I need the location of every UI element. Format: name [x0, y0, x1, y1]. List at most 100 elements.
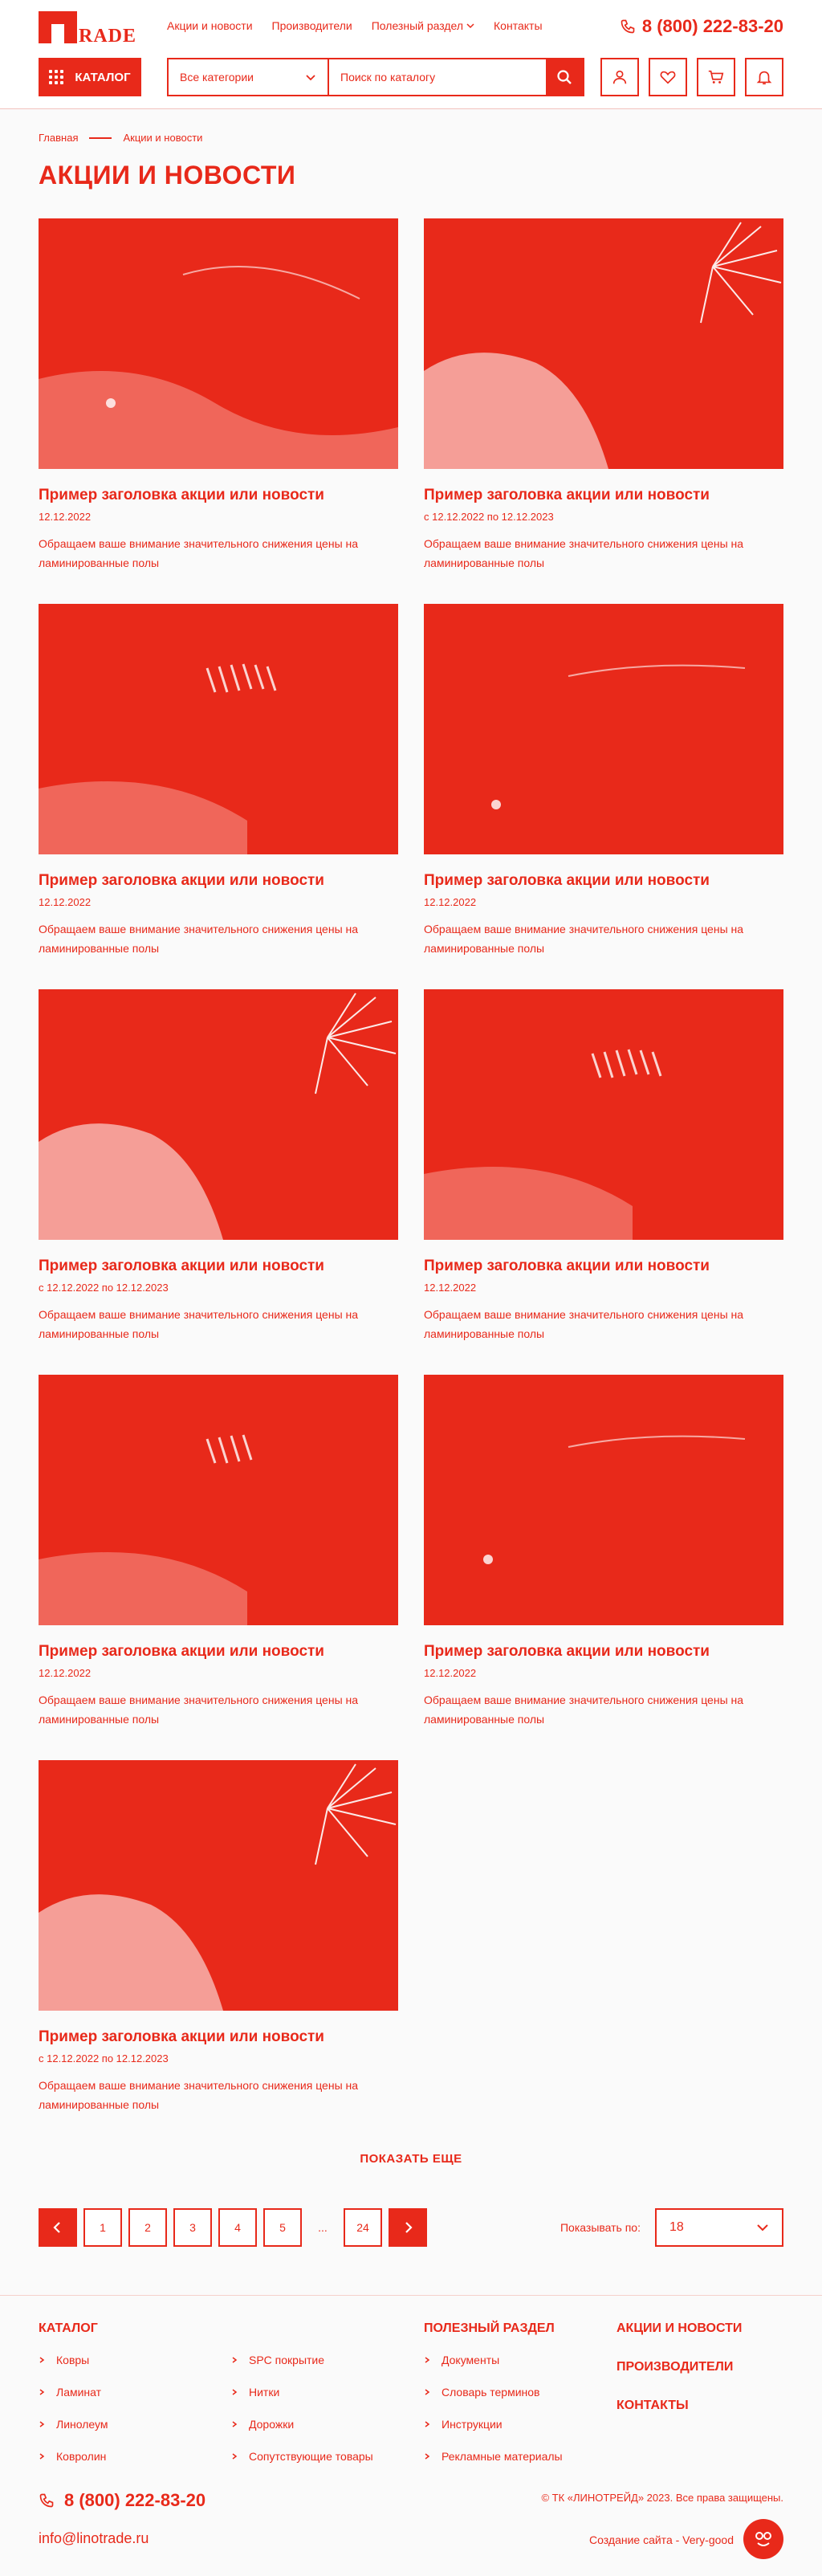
news-card[interactable]: Пример заголовка акции или новости 12.12…	[424, 989, 783, 1343]
news-card-image[interactable]	[424, 604, 783, 854]
search-bar: Все категории	[167, 58, 584, 96]
header-phone[interactable]: 8 (800) 222-83-20	[620, 16, 783, 37]
news-card-title[interactable]: Пример заголовка акции или новости	[39, 2028, 398, 2046]
footer-link[interactable]: Линолеум	[39, 2408, 108, 2440]
footer-link-label: Документы	[442, 2354, 500, 2366]
per-page-select[interactable]: 18	[655, 2208, 783, 2247]
footer-link[interactable]: Рекламные материалы	[424, 2440, 563, 2472]
footer-link-manufacturers[interactable]: ПРОИЗВОДИТЕЛИ	[616, 2360, 733, 2374]
news-card-image[interactable]	[39, 1375, 398, 1625]
per-page-label: Показывать по:	[560, 2221, 641, 2234]
footer-link[interactable]: Документы	[424, 2344, 563, 2376]
footer-link[interactable]: Инструкции	[424, 2408, 563, 2440]
news-card-title[interactable]: Пример заголовка акции или новости	[39, 872, 398, 890]
news-card-title[interactable]: Пример заголовка акции или новости	[39, 1643, 398, 1661]
news-card[interactable]: Пример заголовка акции или новости с 12.…	[39, 989, 398, 1343]
news-card[interactable]: Пример заголовка акции или новости 12.12…	[39, 1375, 398, 1728]
news-card-description: Обращаем ваше внимание значительного сни…	[424, 1308, 744, 1340]
news-card-title[interactable]: Пример заголовка акции или новости	[39, 1257, 398, 1275]
notifications-button[interactable]	[745, 58, 783, 96]
news-card-title[interactable]: Пример заголовка акции или новости	[424, 487, 783, 504]
page-button[interactable]: 4	[218, 2208, 257, 2247]
account-button[interactable]	[600, 58, 639, 96]
news-card-image[interactable]	[39, 989, 398, 1240]
news-card-image[interactable]	[424, 1375, 783, 1625]
footer-link-news[interactable]: АКЦИИ И НОВОСТИ	[616, 2321, 742, 2336]
chevron-right-icon	[425, 2389, 430, 2395]
news-card-title[interactable]: Пример заголовка акции или новости	[424, 1643, 783, 1661]
news-card-title[interactable]: Пример заголовка акции или новости	[424, 872, 783, 890]
nav-item-contacts[interactable]: Контакты	[494, 19, 542, 32]
footer-link-label: Ковролин	[56, 2450, 107, 2463]
page-button[interactable]: 2	[128, 2208, 167, 2247]
news-card-image[interactable]	[424, 218, 783, 469]
nav-item-news[interactable]: Акции и новости	[167, 19, 253, 32]
page-button[interactable]: 5	[263, 2208, 302, 2247]
footer-link-label: Нитки	[249, 2386, 280, 2399]
footer-phone-number: 8 (800) 222-83-20	[64, 2490, 206, 2510]
footer-copyright: © ТК «ЛИНОТРЕЙД» 2023. Все права защищен…	[541, 2492, 783, 2504]
footer-link[interactable]: SPC покрытие	[231, 2344, 373, 2376]
news-card-date: 12.12.2022	[39, 1667, 92, 1679]
footer-link[interactable]: Ковролин	[39, 2440, 108, 2472]
news-card[interactable]: Пример заголовка акции или новости 12.12…	[39, 604, 398, 957]
news-card[interactable]: Пример заголовка акции или новости 12.12…	[424, 1375, 783, 1728]
breadcrumb-home[interactable]: Главная	[39, 132, 78, 144]
grid-icon	[49, 70, 64, 84]
chevron-right-icon	[39, 2453, 45, 2460]
news-card[interactable]: Пример заголовка акции или новости 12.12…	[424, 604, 783, 957]
footer-developer-link[interactable]: Создание сайта - Very-good	[589, 2533, 734, 2546]
footer-useful-title[interactable]: ПОЛЕЗНЫЙ РАЗДЕЛ	[424, 2321, 555, 2336]
favorites-button[interactable]	[649, 58, 687, 96]
footer-link-contacts[interactable]: КОНТАКТЫ	[616, 2399, 689, 2413]
nav-item-useful[interactable]: Полезный раздел	[372, 19, 474, 32]
footer-link[interactable]: Ламинат	[39, 2376, 108, 2408]
developer-logo-icon[interactable]	[743, 2519, 783, 2559]
search-input[interactable]	[329, 59, 546, 95]
footer-catalog-title[interactable]: КАТАЛОГ	[39, 2321, 98, 2336]
news-card-image[interactable]	[39, 604, 398, 854]
news-card-description: Обращаем ваше внимание значительного сни…	[424, 923, 744, 955]
news-card-title[interactable]: Пример заголовка акции или новости	[424, 1257, 783, 1275]
news-card-image[interactable]	[39, 1760, 398, 2011]
logo-mark-stem-2	[64, 11, 77, 43]
footer-link[interactable]: Ковры	[39, 2344, 108, 2376]
news-card-image[interactable]	[424, 989, 783, 1240]
show-more-button[interactable]: ПОКАЗАТЬ ЕЩЕ	[0, 2152, 822, 2166]
footer-link-label: SPC покрытие	[249, 2354, 325, 2366]
pagination-ellipsis: ...	[318, 2221, 328, 2234]
cart-icon	[708, 70, 724, 84]
site-logo[interactable]: RADE	[39, 11, 141, 47]
footer-link[interactable]: Дорожки	[231, 2408, 373, 2440]
site-footer: КАТАЛОГ Ковры Ламинат Линолеум Ковролин …	[0, 2295, 822, 2576]
news-card[interactable]: Пример заголовка акции или новости 12.12…	[39, 218, 398, 572]
footer-email[interactable]: info@linotrade.ru	[39, 2530, 149, 2547]
header-phone-number: 8 (800) 222-83-20	[641, 16, 783, 36]
news-card[interactable]: Пример заголовка акции или новости с 12.…	[39, 1760, 398, 2113]
page-button[interactable]: 1	[83, 2208, 122, 2247]
news-card-description: Обращаем ваше внимание значительного сни…	[39, 923, 359, 955]
prev-page-button[interactable]	[39, 2208, 77, 2247]
page-button-last[interactable]: 24	[344, 2208, 382, 2247]
phone-icon	[39, 2493, 54, 2508]
page-button[interactable]: 3	[173, 2208, 212, 2247]
news-card-title[interactable]: Пример заголовка акции или новости	[39, 487, 398, 504]
per-page-control: Показывать по: 18	[560, 2208, 783, 2247]
footer-link[interactable]: Нитки	[231, 2376, 373, 2408]
news-card-image[interactable]	[39, 218, 398, 469]
nav-item-manufacturers[interactable]: Производители	[272, 19, 352, 32]
news-card-description: Обращаем ваше внимание значительного сни…	[424, 1694, 744, 1726]
next-page-button[interactable]	[389, 2208, 427, 2247]
footer-link[interactable]: Сопутствующие товары	[231, 2440, 373, 2472]
footer-link-label: Дорожки	[249, 2418, 295, 2431]
category-select[interactable]: Все категории	[169, 59, 329, 95]
news-card-description: Обращаем ваше внимание значительного сни…	[39, 2079, 359, 2111]
news-card[interactable]: Пример заголовка акции или новости с 12.…	[424, 218, 783, 572]
nav-item-useful-label: Полезный раздел	[371, 19, 464, 32]
catalog-button[interactable]: КАТАЛОГ	[39, 58, 141, 96]
search-button[interactable]	[546, 59, 583, 95]
cart-button[interactable]	[697, 58, 735, 96]
site-header: RADE Акции и новости Производители Полез…	[0, 0, 822, 109]
footer-link[interactable]: Словарь терминов	[424, 2376, 563, 2408]
footer-phone[interactable]: 8 (800) 222-83-20	[39, 2490, 206, 2511]
